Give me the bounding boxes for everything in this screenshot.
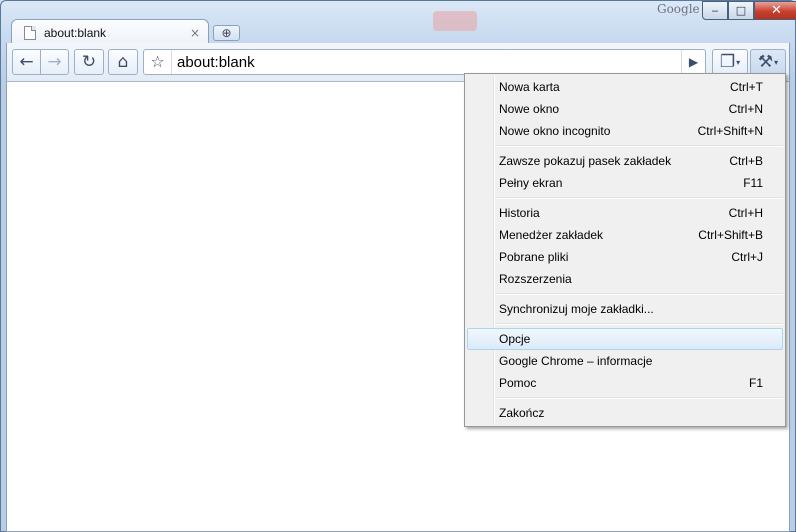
arrow-right-icon: → [47, 52, 62, 72]
wrench-icon: ⚒ [757, 52, 774, 72]
menu-item-shortcut: Ctrl+Shift+N [697, 124, 763, 138]
menu-item-label: Zawsze pokazuj pasek zakładek [499, 154, 672, 168]
menu-item-label: Pobrane pliki [499, 250, 569, 264]
menu-item-shortcut: Ctrl+T [730, 80, 763, 94]
menu-separator [495, 197, 783, 199]
menu-item-label: Rozszerzenia [499, 272, 572, 286]
menu-item-bookmark-manager[interactable]: Menedżer zakładek Ctrl+Shift+B [467, 224, 783, 246]
menu-item-help[interactable]: Pomoc F1 [467, 372, 783, 394]
play-icon[interactable]: ▶ [681, 50, 705, 74]
close-window-button[interactable]: ✕ [754, 1, 796, 20]
menu-item-shortcut: Ctrl+N [728, 102, 763, 116]
url-input[interactable]: about:blank [172, 54, 681, 71]
tab-about-blank[interactable]: about:blank × [11, 19, 209, 45]
menu-item-label: Google Chrome – informacje [499, 354, 653, 368]
titlebar-decoration [433, 11, 477, 31]
chevron-down-icon: ▾ [774, 57, 779, 67]
menu-item-shortcut: Ctrl+J [731, 250, 763, 264]
chevron-down-icon: ▾ [736, 57, 741, 67]
forward-button[interactable]: → [40, 49, 69, 75]
reload-icon: ↻ [81, 52, 97, 72]
omnibox[interactable]: ☆ about:blank ▶ [143, 49, 706, 75]
menu-item-new-window[interactable]: Nowe okno Ctrl+N [467, 98, 783, 120]
menu-separator [495, 397, 783, 399]
window-controls: ‒ □ ✕ [702, 1, 796, 20]
menu-item-sync-bookmarks[interactable]: Synchronizuj moje zakładki... [467, 298, 783, 320]
wrench-dropdown-menu: Nowa karta Ctrl+T Nowe okno Ctrl+N Nowe … [464, 73, 786, 427]
new-tab-button[interactable]: ⊕ [213, 25, 240, 41]
back-button[interactable]: ← [12, 49, 41, 75]
menu-item-shortcut: Ctrl+H [728, 206, 763, 220]
menu-separator [495, 145, 783, 147]
menu-item-label: Zakończ [499, 406, 545, 420]
page-menu-button[interactable]: ❐ ▾ [712, 49, 748, 75]
menu-item-bookmarks-bar[interactable]: Zawsze pokazuj pasek zakładek Ctrl+B [467, 150, 783, 172]
menu-item-exit[interactable]: Zakończ [467, 402, 783, 424]
home-button[interactable]: ⌂ [108, 49, 138, 75]
page-icon: ❐ [719, 52, 736, 72]
menu-item-downloads[interactable]: Pobrane pliki Ctrl+J [467, 246, 783, 268]
minimize-button[interactable]: ‒ [702, 1, 728, 20]
home-icon: ⌂ [117, 52, 129, 72]
menu-item-label: Pomoc [499, 376, 537, 390]
menu-item-about-chrome[interactable]: Google Chrome – informacje [467, 350, 783, 372]
star-icon[interactable]: ☆ [144, 50, 172, 74]
menu-item-shortcut: F1 [748, 376, 763, 390]
menu-item-incognito[interactable]: Nowe okno incognito Ctrl+Shift+N [467, 120, 783, 142]
menu-item-label: Historia [499, 206, 540, 220]
menu-item-options[interactable]: Opcje [467, 328, 783, 350]
menu-item-label: Menedżer zakładek [499, 228, 604, 242]
wrench-menu-button[interactable]: ⚒ ▾ [750, 49, 786, 75]
menu-item-fullscreen[interactable]: Pełny ekran F11 [467, 172, 783, 194]
menu-item-label: Nowe okno [499, 102, 560, 116]
menu-item-shortcut: Ctrl+Shift+B [698, 228, 763, 242]
reload-button[interactable]: ↻ [74, 49, 104, 75]
menu-item-label: Nowe okno incognito [499, 124, 611, 138]
menu-item-label: Opcje [499, 332, 531, 346]
menu-item-history[interactable]: Historia Ctrl+H [467, 202, 783, 224]
menu-item-shortcut: Ctrl+B [729, 154, 763, 168]
menu-item-extensions[interactable]: Rozszerzenia [467, 268, 783, 290]
brand-label: Google [657, 2, 700, 16]
menu-item-new-tab[interactable]: Nowa karta Ctrl+T [467, 76, 783, 98]
menu-item-label: Pełny ekran [499, 176, 563, 190]
arrow-left-icon: ← [19, 52, 34, 72]
maximize-button[interactable]: □ [728, 1, 754, 20]
menu-item-label: Nowa karta [499, 80, 560, 94]
tab-title: about:blank [44, 25, 107, 40]
menu-separator [495, 293, 783, 295]
close-tab-icon[interactable]: × [190, 26, 200, 40]
menu-item-shortcut: F11 [743, 176, 763, 190]
page-icon [24, 25, 36, 40]
menu-item-label: Synchronizuj moje zakładki... [499, 302, 654, 316]
menu-separator [495, 323, 783, 325]
